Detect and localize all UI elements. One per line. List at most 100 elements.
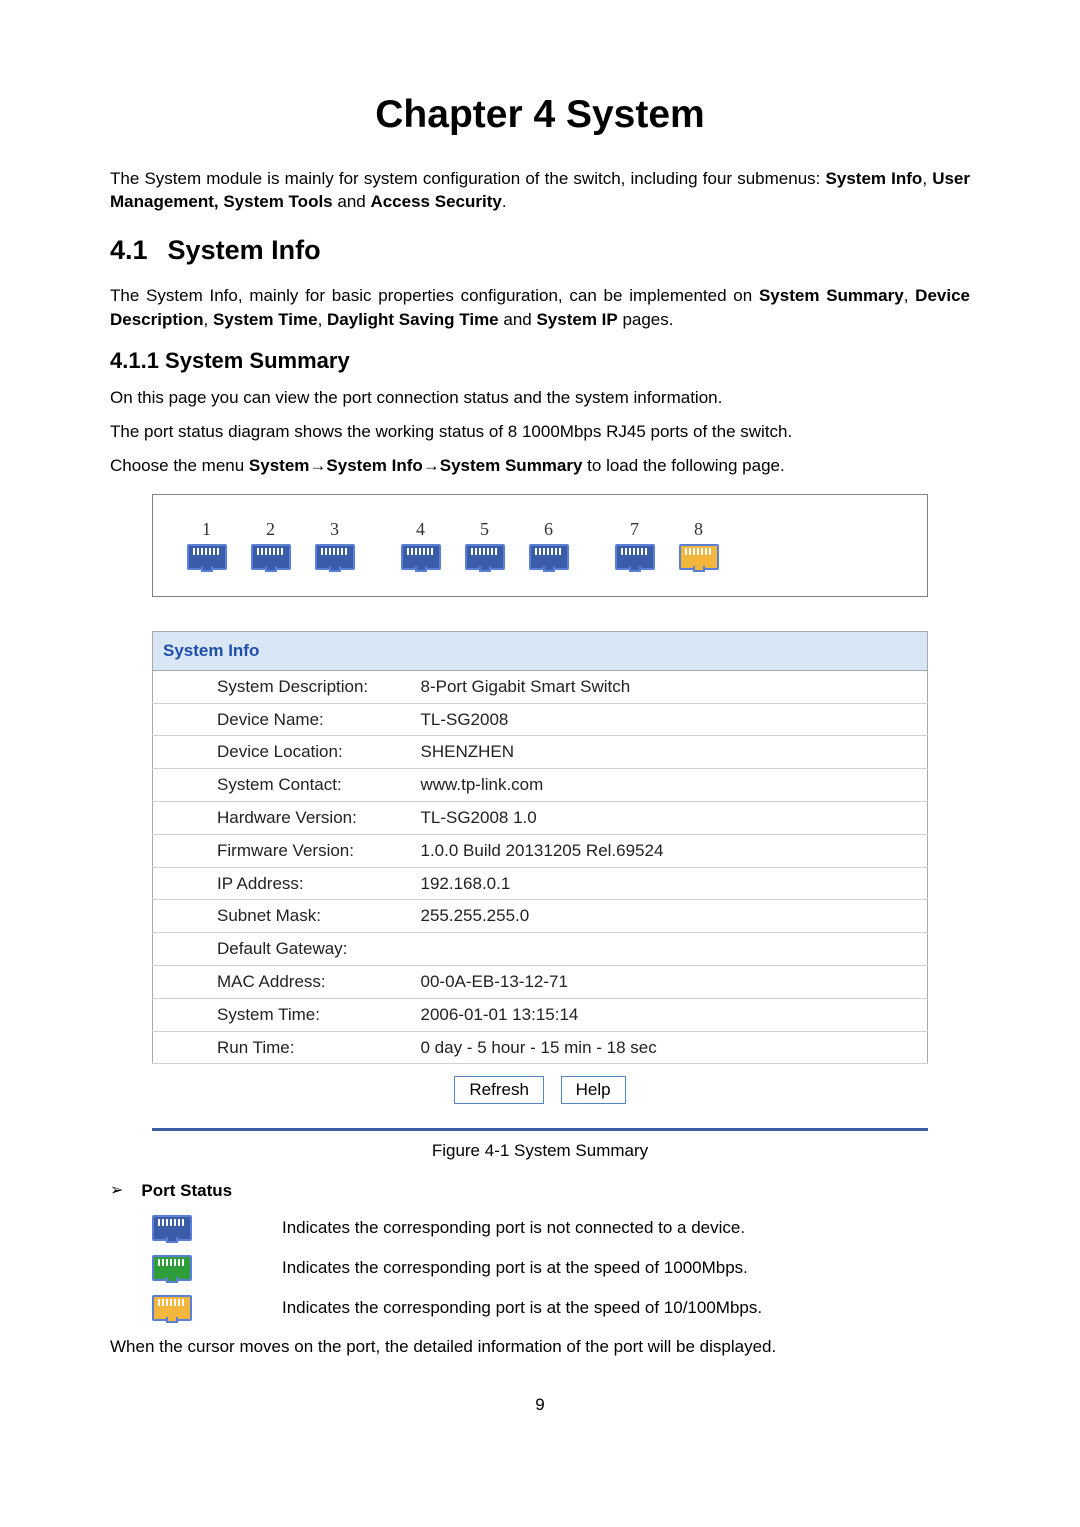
- port-icon: [529, 544, 569, 570]
- sysinfo-value: [413, 933, 928, 966]
- sec41-s1: ,: [904, 286, 915, 305]
- intro-text: The System module is mainly for system c…: [110, 169, 826, 188]
- port-icon: [615, 544, 655, 570]
- chapter-title: Chapter 4 System: [110, 88, 970, 143]
- table-row: MAC Address:00-0A-EB-13-12-71: [153, 965, 928, 998]
- intro-sep-1: ,: [922, 169, 932, 188]
- sysinfo-value: www.tp-link.com: [413, 769, 928, 802]
- sec411-p2: The port status diagram shows the workin…: [110, 420, 970, 444]
- sysinfo-value: 0 day - 5 hour - 15 min - 18 sec: [413, 1031, 928, 1064]
- legend-row-100: Indicates the corresponding port is at t…: [152, 1295, 970, 1321]
- sysinfo-value: 255.255.255.0: [413, 900, 928, 933]
- port-icon: [315, 544, 355, 570]
- sec41-s4: and: [499, 310, 537, 329]
- table-row: IP Address:192.168.0.1: [153, 867, 928, 900]
- sec411-p3-tail: to load the following page.: [582, 456, 784, 475]
- sysinfo-label: Run Time:: [153, 1031, 413, 1064]
- port-4[interactable]: 4: [393, 517, 448, 570]
- port-status-label: Port Status: [141, 1179, 232, 1203]
- button-row: Refresh Help: [152, 1064, 928, 1122]
- section-title: System Info: [168, 235, 321, 265]
- ports-panel: 1 2 3 4 5 6 7 8: [152, 494, 928, 597]
- refresh-button[interactable]: Refresh: [454, 1076, 544, 1104]
- sec41-tail: pages.: [618, 310, 674, 329]
- sec41-b3: System Time: [213, 310, 318, 329]
- port-icon: [679, 544, 719, 570]
- intro-bold-1: System Info: [826, 169, 923, 188]
- port-5[interactable]: 5: [457, 517, 512, 570]
- sec41-s2: ,: [204, 310, 213, 329]
- sysinfo-label: System Description:: [153, 670, 413, 703]
- sysinfo-value: 8-Port Gigabit Smart Switch: [413, 670, 928, 703]
- table-row: Device Name:TL-SG2008: [153, 703, 928, 736]
- table-row: System Description:8-Port Gigabit Smart …: [153, 670, 928, 703]
- intro-tail: .: [502, 192, 507, 211]
- sec41-b1: System Summary: [759, 286, 904, 305]
- port-number: 3: [330, 517, 339, 542]
- sec411-p3-a2: →: [423, 456, 440, 475]
- table-row: Hardware Version:TL-SG2008 1.0: [153, 801, 928, 834]
- port-number: 2: [266, 517, 275, 542]
- sysinfo-value: 00-0A-EB-13-12-71: [413, 965, 928, 998]
- table-row: Device Location:SHENZHEN: [153, 736, 928, 769]
- sec411-p3: Choose the menu System→System Info→Syste…: [110, 454, 970, 478]
- sysinfo-label: Subnet Mask:: [153, 900, 413, 933]
- sec411-p3-b2: System Info: [326, 456, 422, 475]
- sec411-p3-b3: System Summary: [440, 456, 583, 475]
- port-number: 1: [202, 517, 211, 542]
- legend-text: Indicates the corresponding port is at t…: [282, 1296, 762, 1320]
- intro-paragraph: The System module is mainly for system c…: [110, 167, 970, 215]
- sec41-b4: Daylight Saving Time: [327, 310, 499, 329]
- figure-caption: Figure 4-1 System Summary: [152, 1128, 928, 1163]
- port-icon-1000mbps: [152, 1255, 192, 1281]
- sysinfo-label: System Contact:: [153, 769, 413, 802]
- sysinfo-label: Hardware Version:: [153, 801, 413, 834]
- port-icon-10-100mbps: [152, 1295, 192, 1321]
- legend-text: Indicates the corresponding port is at t…: [282, 1256, 748, 1280]
- sysinfo-label: System Time:: [153, 998, 413, 1031]
- bullet-marker-icon: ➢: [110, 1180, 123, 1202]
- port-icon: [251, 544, 291, 570]
- port-3[interactable]: 3: [307, 517, 362, 570]
- port-number: 6: [544, 517, 553, 542]
- table-row: Run Time:0 day - 5 hour - 15 min - 18 se…: [153, 1031, 928, 1064]
- port-icon-disconnected: [152, 1215, 192, 1241]
- port-number: 5: [480, 517, 489, 542]
- section-4-1-heading: 4.1 System Info: [110, 232, 970, 270]
- sysinfo-label: MAC Address:: [153, 965, 413, 998]
- sysinfo-label: Device Name:: [153, 703, 413, 736]
- port-number: 7: [630, 517, 639, 542]
- port-2[interactable]: 2: [243, 517, 298, 570]
- sec41-b5: System IP: [536, 310, 617, 329]
- sysinfo-label: Device Location:: [153, 736, 413, 769]
- figure-wrap: 1 2 3 4 5 6 7 8: [152, 494, 928, 1123]
- sec411-p3-a1: →: [309, 456, 326, 475]
- port-6[interactable]: 6: [521, 517, 576, 570]
- sysinfo-value: TL-SG2008 1.0: [413, 801, 928, 834]
- sec411-p3-leading: Choose the menu: [110, 456, 249, 475]
- section-num: 4.1: [110, 232, 148, 270]
- page-number: 9: [110, 1393, 970, 1417]
- sysinfo-value: 2006-01-01 13:15:14: [413, 998, 928, 1031]
- sysinfo-value: 1.0.0 Build 20131205 Rel.69524: [413, 834, 928, 867]
- sec41-text-leading: The System Info, mainly for basic proper…: [110, 286, 759, 305]
- sysinfo-header: System Info: [153, 631, 928, 670]
- section-4-1-1-heading: 4.1.1 System Summary: [110, 346, 970, 377]
- sysinfo-value: 192.168.0.1: [413, 867, 928, 900]
- system-info-table: System Info System Description:8-Port Gi…: [152, 631, 928, 1064]
- port-number: 8: [694, 517, 703, 542]
- sysinfo-value: SHENZHEN: [413, 736, 928, 769]
- sec41-paragraph: The System Info, mainly for basic proper…: [110, 284, 970, 332]
- help-button[interactable]: Help: [561, 1076, 626, 1104]
- closing-paragraph: When the cursor moves on the port, the d…: [110, 1335, 970, 1359]
- intro-sep-2: and: [333, 192, 371, 211]
- port-8[interactable]: 8: [671, 517, 726, 570]
- port-7[interactable]: 7: [607, 517, 662, 570]
- legend-row-disconnected: Indicates the corresponding port is not …: [152, 1215, 970, 1241]
- intro-bold-3: Access Security: [370, 192, 501, 211]
- port-1[interactable]: 1: [179, 517, 234, 570]
- sec411-p1: On this page you can view the port conne…: [110, 386, 970, 410]
- port-status-heading: ➢ Port Status: [110, 1179, 970, 1203]
- legend-row-1000: Indicates the corresponding port is at t…: [152, 1255, 970, 1281]
- sysinfo-label: Firmware Version:: [153, 834, 413, 867]
